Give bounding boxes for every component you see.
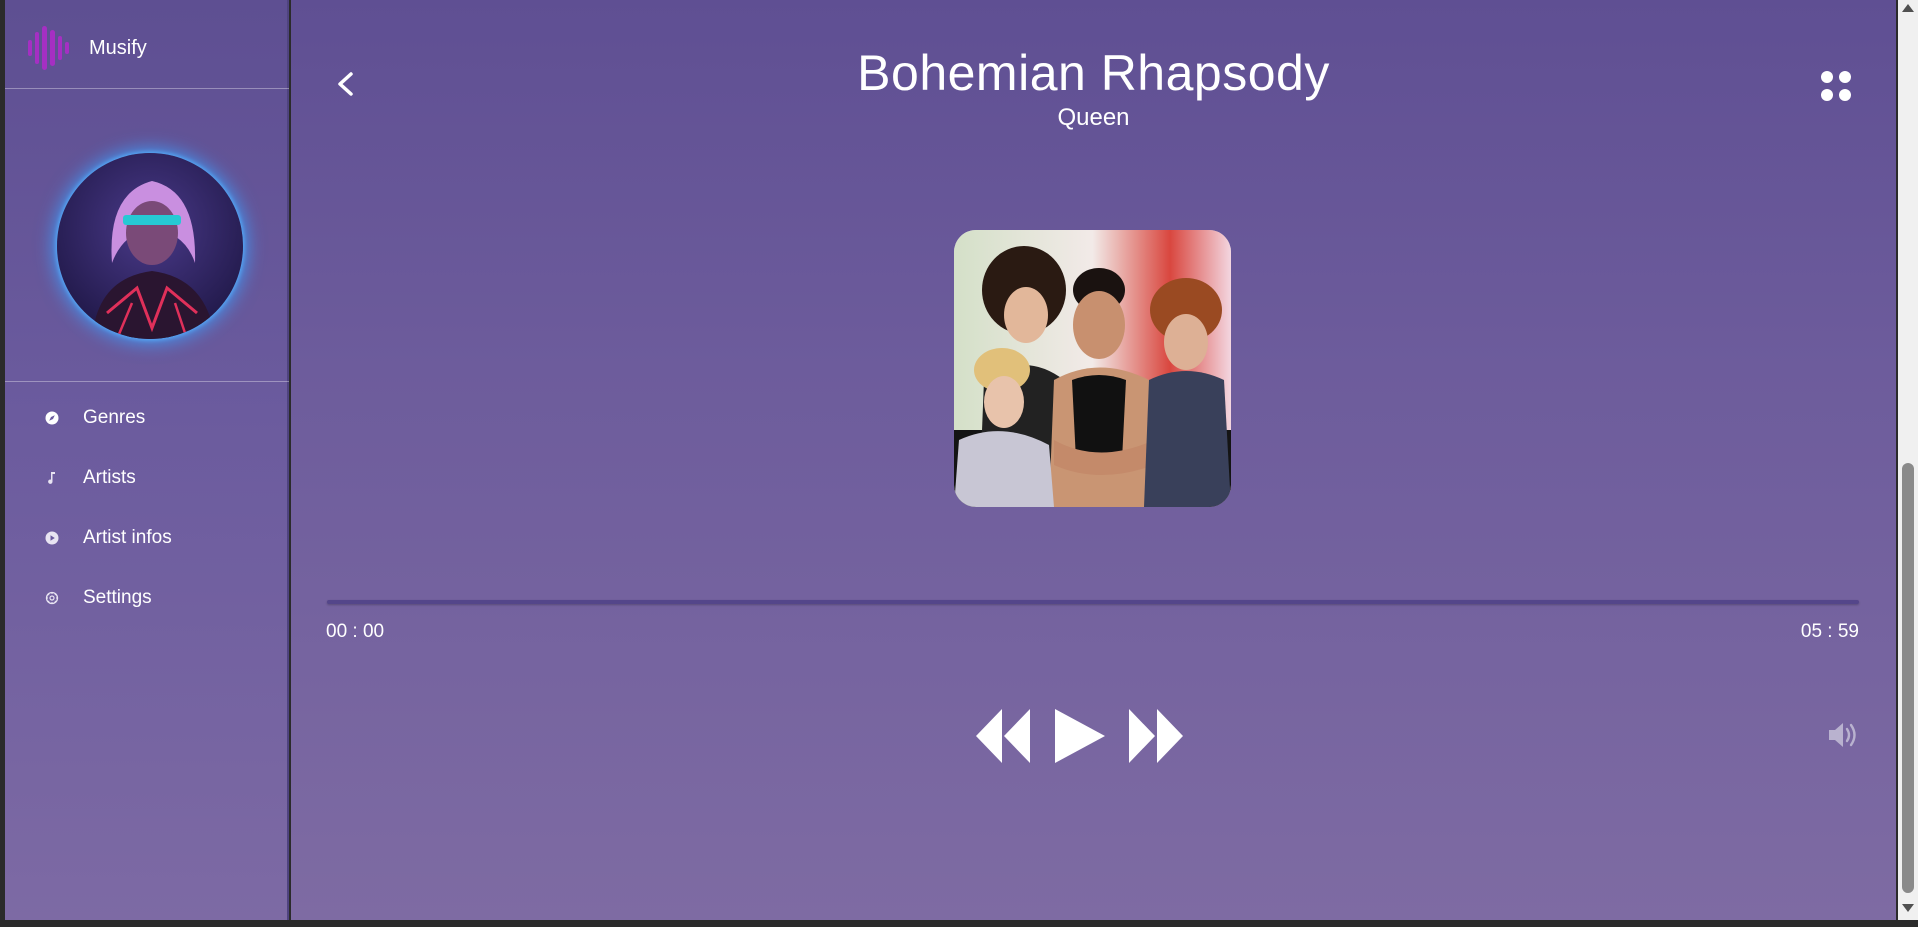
compass-icon [43,409,61,427]
scrollbar-thumb[interactable] [1902,463,1914,893]
sidebar-item-label: Genres [83,407,146,428]
sidebar-item-label: Artists [83,467,136,488]
next-button[interactable] [1125,706,1185,766]
sidebar-divider [5,88,289,89]
sidebar-nav: Genres Artists Artist infos Settings [5,388,289,628]
sidebar-divider [5,381,289,382]
fast-forward-icon [1129,709,1183,763]
music-note-icon [43,469,61,487]
previous-button[interactable] [974,706,1034,766]
brand[interactable]: Musify [23,20,147,76]
sidebar-item-artist-infos[interactable]: Artist infos [5,508,289,568]
sidebar: Musify Genres Artists Artist infos Setti… [5,0,289,920]
app-name: Musify [89,36,147,59]
scrollbar[interactable] [1898,0,1918,920]
rewind-icon [976,709,1030,763]
sidebar-item-genres[interactable]: Genres [5,388,289,448]
app-window: Musify Genres Artists Artist infos Setti… [0,0,1918,927]
sidebar-item-artists[interactable]: Artists [5,448,289,508]
scroll-down-arrow-icon[interactable] [1902,904,1914,912]
avatar [57,153,243,339]
sidebar-item-settings[interactable]: Settings [5,568,289,628]
scroll-up-arrow-icon[interactable] [1902,4,1914,12]
progress-bar[interactable] [327,600,1859,604]
album-cover [954,230,1231,507]
play-icon [1055,709,1105,763]
play-circle-icon [43,529,61,547]
song-title: Bohemian Rhapsody [857,45,1330,101]
gear-icon [43,589,61,607]
volume-icon [1829,723,1856,747]
play-button[interactable] [1051,706,1107,766]
grid-dots-icon [1821,71,1851,101]
elapsed-time: 00 : 00 [326,621,385,642]
song-artist: Queen [1057,104,1130,131]
total-duration: 05 : 59 [1800,621,1859,642]
soundwave-logo-icon [23,20,79,76]
menu-button[interactable] [1816,66,1856,106]
playback-controls [291,706,1896,768]
user-avatar[interactable] [57,153,243,339]
sidebar-item-label: Artist infos [83,527,172,548]
volume-button[interactable] [1826,718,1860,752]
sidebar-item-label: Settings [83,587,152,608]
player-view: Bohemian Rhapsody Queen 00: 00 05: 59 [291,0,1896,920]
